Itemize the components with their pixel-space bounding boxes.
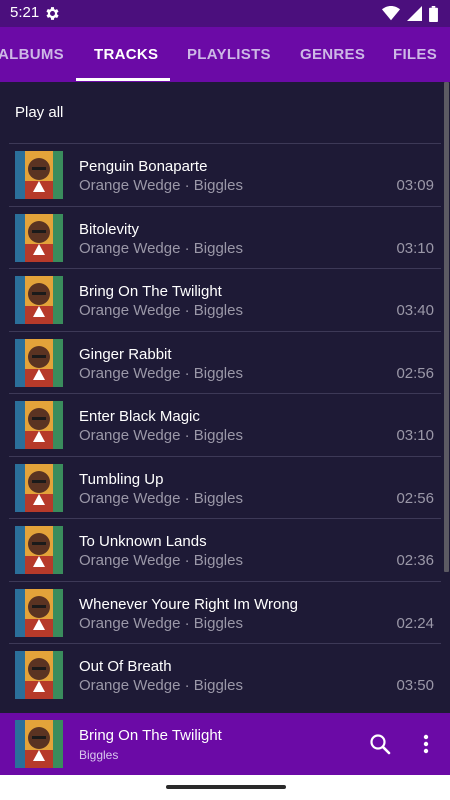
album-cover-image — [15, 401, 63, 449]
wifi-icon — [382, 6, 400, 21]
track-duration: 03:50 — [396, 677, 434, 694]
track-row[interactable]: Out Of Breath Orange Wedge · Biggles 03:… — [9, 643, 441, 706]
track-subtitle: Orange Wedge · Biggles — [79, 677, 243, 694]
track-title: Bring On The Twilight — [79, 283, 222, 300]
tab-tracks[interactable]: TRACKS — [94, 27, 158, 82]
track-duration: 02:56 — [396, 489, 434, 507]
track-row[interactable]: Whenever Youre Right Im Wrong Orange Wed… — [9, 580, 441, 644]
track-duration: 03:09 — [396, 177, 434, 194]
track-duration: 03:40 — [396, 302, 434, 319]
track-duration: 03:10 — [396, 239, 434, 257]
album-cover-image — [15, 463, 63, 512]
album-cover-image — [15, 526, 63, 574]
mini-player[interactable]: Bring On The Twilight Biggles — [0, 713, 450, 775]
home-gesture-handle[interactable] — [166, 785, 286, 789]
system-nav-bar — [0, 775, 450, 800]
track-title: To Unknown Lands — [79, 533, 207, 550]
track-subtitle: Orange Wedge · Biggles — [79, 427, 243, 444]
active-tab-indicator — [76, 78, 170, 81]
track-duration: 02:24 — [396, 614, 434, 632]
album-cover-image — [15, 213, 63, 262]
track-subtitle: Orange Wedge · Biggles — [79, 364, 243, 382]
now-playing-artist: Biggles — [79, 748, 119, 762]
status-bar: 5:21 — [0, 0, 450, 27]
status-time: 5:21 — [10, 4, 40, 21]
track-duration: 02:56 — [396, 364, 434, 382]
track-subtitle: Orange Wedge · Biggles — [79, 614, 243, 632]
gear-icon — [46, 7, 59, 20]
track-row[interactable]: Tumbling Up Orange Wedge · Biggles 02:56 — [9, 455, 441, 519]
track-title: Bitolevity — [79, 220, 140, 238]
track-title: Ginger Rabbit — [79, 345, 172, 363]
album-cover-image — [15, 276, 63, 324]
tab-playlists[interactable]: PLAYLISTS — [187, 27, 271, 82]
tab-bar: ALBUMS TRACKS PLAYLISTS GENRES FILES — [0, 27, 450, 82]
track-row[interactable]: Enter Black Magic Orange Wedge · Biggles… — [9, 393, 441, 456]
track-subtitle: Orange Wedge · Biggles — [79, 552, 243, 569]
track-list: Penguin Bonaparte Orange Wedge · Biggles… — [9, 143, 441, 706]
track-title: Tumbling Up — [79, 470, 164, 488]
track-title: Enter Black Magic — [79, 408, 200, 425]
track-subtitle: Orange Wedge · Biggles — [79, 302, 243, 319]
tab-albums[interactable]: ALBUMS — [0, 27, 64, 82]
battery-icon — [429, 5, 438, 22]
tab-genres[interactable]: GENRES — [300, 27, 365, 82]
track-title: Penguin Bonaparte — [79, 158, 208, 175]
track-row[interactable]: To Unknown Lands Orange Wedge · Biggles … — [9, 518, 441, 581]
track-subtitle: Orange Wedge · Biggles — [79, 177, 243, 194]
tracks-panel: Play all Penguin Bonaparte Orange Wedge … — [0, 82, 450, 713]
track-duration: 02:36 — [396, 552, 434, 569]
track-title: Whenever Youre Right Im Wrong — [79, 595, 299, 613]
now-playing-cover-image — [15, 720, 63, 768]
album-cover-image — [15, 588, 63, 637]
album-cover-image — [15, 151, 63, 199]
status-icons — [382, 5, 438, 22]
more-vert-icon[interactable] — [414, 732, 438, 756]
scrollbar[interactable] — [444, 82, 449, 572]
track-subtitle: Orange Wedge · Biggles — [79, 489, 243, 507]
track-row[interactable]: Bitolevity Orange Wedge · Biggles 03:10 — [9, 205, 441, 269]
track-row[interactable]: Bring On The Twilight Orange Wedge · Big… — [9, 268, 441, 331]
search-icon[interactable] — [368, 732, 392, 756]
signal-icon — [407, 6, 422, 21]
track-duration: 03:10 — [396, 427, 434, 444]
play-all-button[interactable]: Play all — [15, 104, 63, 121]
track-row[interactable]: Penguin Bonaparte Orange Wedge · Biggles… — [9, 143, 441, 206]
track-subtitle: Orange Wedge · Biggles — [79, 239, 243, 257]
track-title: Out Of Breath — [79, 658, 172, 675]
tab-files[interactable]: FILES — [393, 27, 437, 82]
track-row[interactable]: Ginger Rabbit Orange Wedge · Biggles 02:… — [9, 330, 441, 394]
album-cover-image — [15, 338, 63, 387]
now-playing-title: Bring On The Twilight — [79, 727, 222, 744]
album-cover-image — [15, 651, 63, 699]
